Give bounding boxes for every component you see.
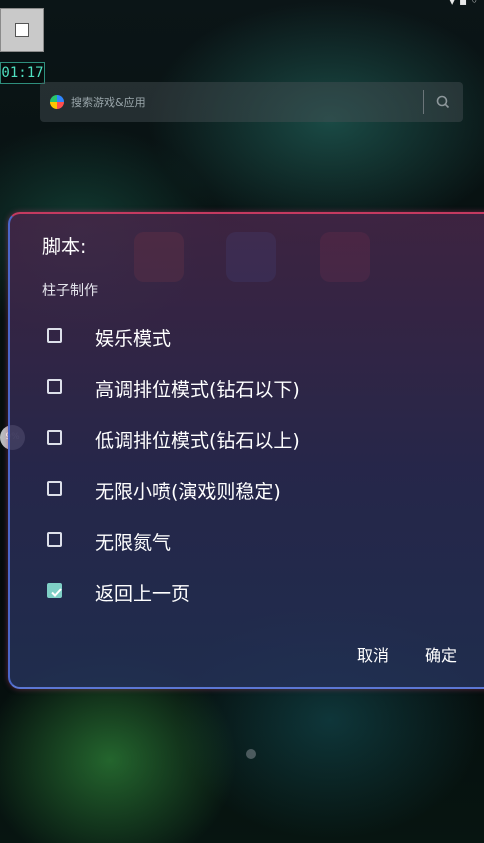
dialog-title: 脚本: bbox=[42, 236, 87, 258]
option-label: 返回上一页 bbox=[95, 583, 191, 605]
option-label: 低调排位模式(钻石以上) bbox=[95, 430, 300, 452]
checkbox-checked[interactable] bbox=[47, 583, 62, 598]
confirm-button[interactable]: 确定 bbox=[425, 642, 457, 666]
search-bar[interactable]: 搜索游戏&应用 bbox=[40, 82, 463, 122]
dialog-subtitle: 柱子制作 bbox=[42, 283, 98, 299]
search-divider bbox=[423, 90, 424, 114]
checkbox[interactable] bbox=[47, 328, 62, 343]
option-entertainment-mode[interactable]: 娱乐模式 bbox=[40, 317, 420, 357]
checkbox[interactable] bbox=[47, 532, 62, 547]
option-unlimited-nitro[interactable]: 无限氮气 bbox=[40, 521, 420, 561]
search-placeholder: 搜索游戏&应用 bbox=[71, 96, 146, 109]
option-high-ranked-mode[interactable]: 高调排位模式(钻石以下) bbox=[40, 368, 420, 408]
option-label: 娱乐模式 bbox=[95, 328, 172, 350]
stop-icon bbox=[15, 23, 29, 37]
page-indicator-dot bbox=[246, 749, 256, 759]
app-store-logo-icon bbox=[50, 95, 64, 109]
option-label: 高调排位模式(钻石以下) bbox=[95, 379, 300, 401]
checkbox[interactable] bbox=[47, 379, 62, 394]
recording-timer: 01:17 bbox=[0, 62, 45, 84]
option-go-back[interactable]: 返回上一页 bbox=[40, 572, 420, 612]
status-bar-fragment: ▾ ▪ ◦ bbox=[449, 0, 478, 8]
stop-recording-button[interactable] bbox=[0, 8, 44, 52]
search-icon[interactable] bbox=[434, 93, 452, 111]
option-low-ranked-mode[interactable]: 低调排位模式(钻石以上) bbox=[40, 419, 420, 459]
checkbox[interactable] bbox=[47, 430, 62, 445]
cancel-button[interactable]: 取消 bbox=[357, 642, 389, 666]
option-unlimited-spray[interactable]: 无限小喷(演戏则稳定) bbox=[40, 470, 420, 510]
home-screen: ▾ ▪ ◦ 01:17 搜索游戏&应用 9% 脚本: 柱子制作 娱乐模式 高调排… bbox=[0, 0, 484, 843]
option-label: 无限氮气 bbox=[95, 532, 172, 554]
option-label: 无限小喷(演戏则稳定) bbox=[95, 481, 281, 503]
script-dialog: 脚本: 柱子制作 娱乐模式 高调排位模式(钻石以下) 低调排位模式(钻石以上) … bbox=[8, 212, 484, 689]
checkbox[interactable] bbox=[47, 481, 62, 496]
check-icon bbox=[51, 588, 62, 597]
